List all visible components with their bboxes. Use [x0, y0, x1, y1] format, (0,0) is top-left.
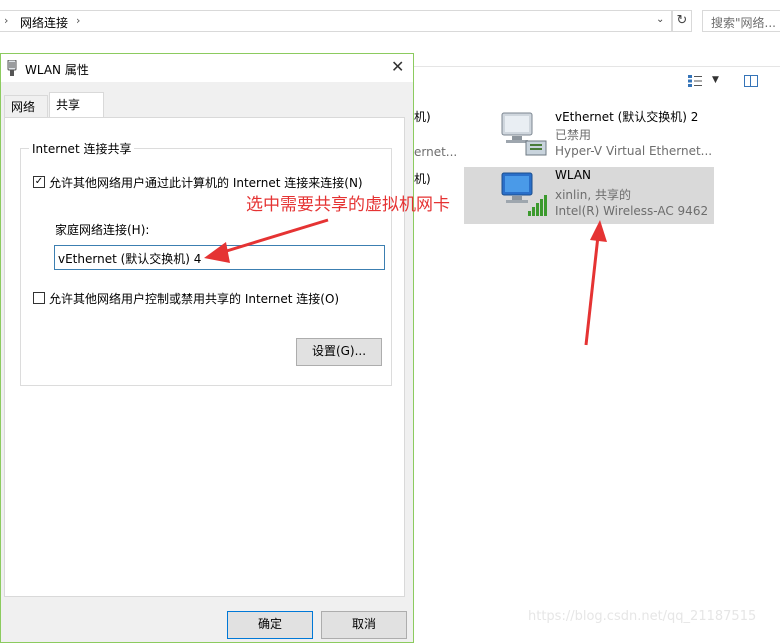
adapter-description: Intel(R) Wireless-AC 9462 — [555, 204, 709, 218]
watermark: https://blog.csdn.net/qq_21187515 — [528, 609, 757, 624]
tab-sharing[interactable]: 共享 — [49, 92, 104, 118]
wlan-properties-dialog: WLAN 属性 ✕ 网络 共享 Internet 连接共享 ✓ 允许其他网络用户… — [0, 53, 414, 643]
partial-adapter-desc: ernet... — [414, 145, 458, 159]
cancel-button[interactable]: 取消 — [321, 611, 407, 639]
dialog-titlebar[interactable]: WLAN 属性 ✕ — [1, 54, 413, 82]
adapter-name: vEthernet (默认交换机) 2 — [555, 110, 699, 124]
chevron-right-icon[interactable]: › — [4, 14, 8, 27]
allow-share-label[interactable]: 允许其他网络用户通过此计算机的 Internet 连接来连接(N) — [49, 174, 363, 191]
allow-control-label[interactable]: 允许其他网络用户控制或禁用共享的 Internet 连接(O) — [49, 290, 339, 307]
preview-pane-icon[interactable] — [744, 75, 758, 87]
search-input[interactable]: 搜索"网络... — [702, 10, 780, 32]
view-dropdown-icon[interactable]: ▼ — [712, 75, 719, 85]
explorer-address-bar: › 网络连接 › ⌄ ↻ 搜索"网络... — [0, 0, 780, 42]
settings-button[interactable]: 设置(G)... — [296, 338, 382, 366]
address-box[interactable]: › 网络连接 › — [0, 10, 672, 32]
breadcrumb[interactable]: 网络连接 — [20, 14, 68, 31]
group-title: Internet 连接共享 — [29, 140, 135, 157]
home-network-field[interactable]: vEthernet (默认交换机) 4 — [54, 245, 385, 270]
adapter-vethernet-2[interactable]: vEthernet (默认交换机) 2 已禁用 Hyper-V Virtual … — [464, 107, 714, 163]
home-network-label: 家庭网络连接(H): — [55, 223, 150, 237]
allow-share-checkbox[interactable]: ✓ — [33, 176, 45, 188]
adapter-description: Hyper-V Virtual Ethernet... — [555, 144, 713, 158]
close-icon[interactable]: ✕ — [391, 57, 404, 76]
wifi-adapter-icon — [501, 172, 547, 216]
partial-adapter-name: 机) — [414, 172, 431, 186]
refresh-icon: ↻ — [676, 13, 688, 28]
ethernet-adapter-icon — [501, 112, 547, 156]
ok-button[interactable]: 确定 — [227, 611, 313, 639]
chevron-right-icon[interactable]: › — [76, 14, 80, 27]
sharing-tab-panel: Internet 连接共享 ✓ 允许其他网络用户通过此计算机的 Internet… — [4, 117, 405, 597]
adapter-status: 已禁用 — [555, 128, 592, 142]
explorer-toolbar: ▼ — [414, 66, 780, 99]
adapter-name: WLAN — [555, 168, 592, 182]
tab-network[interactable]: 网络 — [4, 95, 48, 117]
chevron-down-icon[interactable]: ⌄ — [656, 14, 664, 25]
view-options-icon[interactable] — [688, 75, 702, 87]
ics-group: Internet 连接共享 ✓ 允许其他网络用户通过此计算机的 Internet… — [20, 140, 392, 386]
adapter-icon — [7, 60, 17, 76]
arrow-to-wlan — [584, 220, 607, 346]
adapter-wlan[interactable]: WLAN xinlin, 共享的 Intel(R) Wireless-AC 94… — [464, 167, 714, 224]
allow-control-checkbox[interactable] — [33, 292, 45, 304]
refresh-button[interactable]: ↻ — [672, 10, 692, 32]
dialog-title: WLAN 属性 — [25, 63, 89, 77]
partial-adapter-name: 机) — [414, 110, 431, 124]
annotation-text: 选中需要共享的虚拟机网卡 — [246, 195, 450, 215]
adapter-status: xinlin, 共享的 — [555, 188, 631, 202]
